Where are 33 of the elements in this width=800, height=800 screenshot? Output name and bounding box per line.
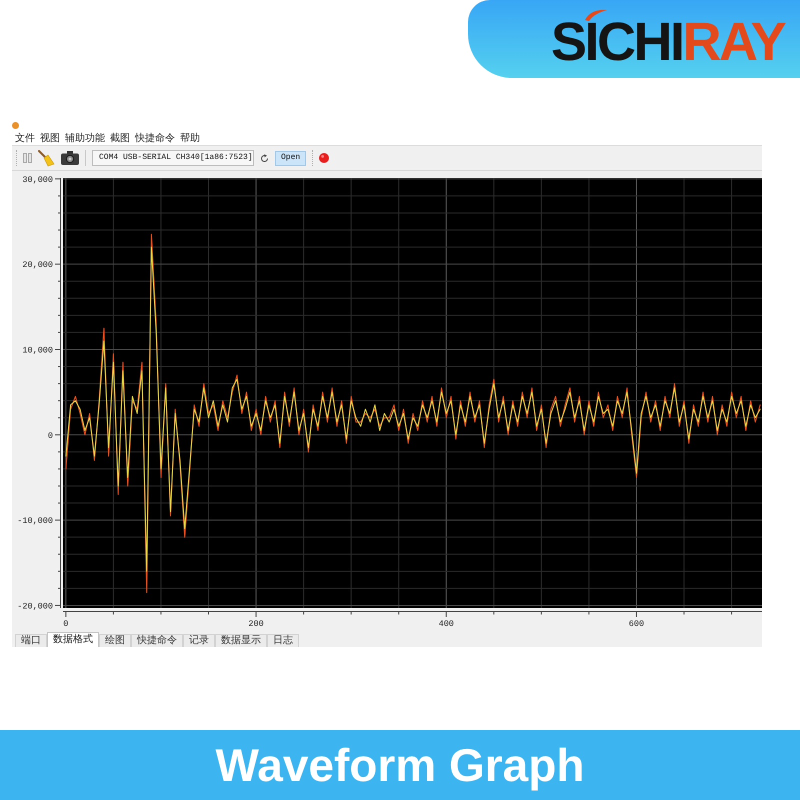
x-tick-label: 600 xyxy=(628,619,644,629)
tab[interactable]: 绘图 xyxy=(99,634,131,647)
tab[interactable]: 数据格式 xyxy=(47,632,99,647)
menu-item[interactable]: 快捷命令 xyxy=(135,134,175,144)
broom-icon[interactable] xyxy=(38,150,55,166)
y-tick-label: -20,000 xyxy=(17,601,53,612)
port-select[interactable]: COM4 USB-SERIAL CH340[1a86:7523] xyxy=(92,150,254,166)
y-tick-label: 20,000 xyxy=(22,260,53,270)
menu-item[interactable]: 帮助 xyxy=(180,134,200,144)
y-tick-label: 10,000 xyxy=(22,346,53,356)
tab[interactable]: 数据显示 xyxy=(215,634,267,647)
record-icon[interactable] xyxy=(319,153,330,163)
menu-item[interactable]: 截图 xyxy=(110,134,130,144)
tab[interactable]: 日志 xyxy=(267,634,299,647)
x-tick-label: 200 xyxy=(248,619,264,629)
y-tick-label: 30,000 xyxy=(22,174,53,185)
camera-icon[interactable] xyxy=(61,151,79,165)
menu-item[interactable]: 视图 xyxy=(40,134,60,144)
tab[interactable]: 快捷命令 xyxy=(131,634,183,647)
logo-wordmark: SICHIRAY xyxy=(551,15,784,69)
tab[interactable]: 记录 xyxy=(183,634,215,647)
tab[interactable]: 端口 xyxy=(15,634,47,647)
refresh-icon[interactable] xyxy=(260,154,269,162)
x-tick-label: 400 xyxy=(438,619,454,629)
caption-title: Waveform Graph xyxy=(216,742,584,788)
open-button[interactable]: Open xyxy=(275,150,306,166)
swoosh-icon xyxy=(584,8,608,21)
menu-item[interactable]: 文件 xyxy=(15,134,35,144)
menu-item[interactable]: 辅助功能 xyxy=(65,134,105,144)
y-tick-label: 0 xyxy=(48,430,53,441)
y-tick-label: -10,000 xyxy=(17,516,53,526)
app-icon xyxy=(12,122,19,128)
x-tick-label: 0 xyxy=(63,619,68,629)
